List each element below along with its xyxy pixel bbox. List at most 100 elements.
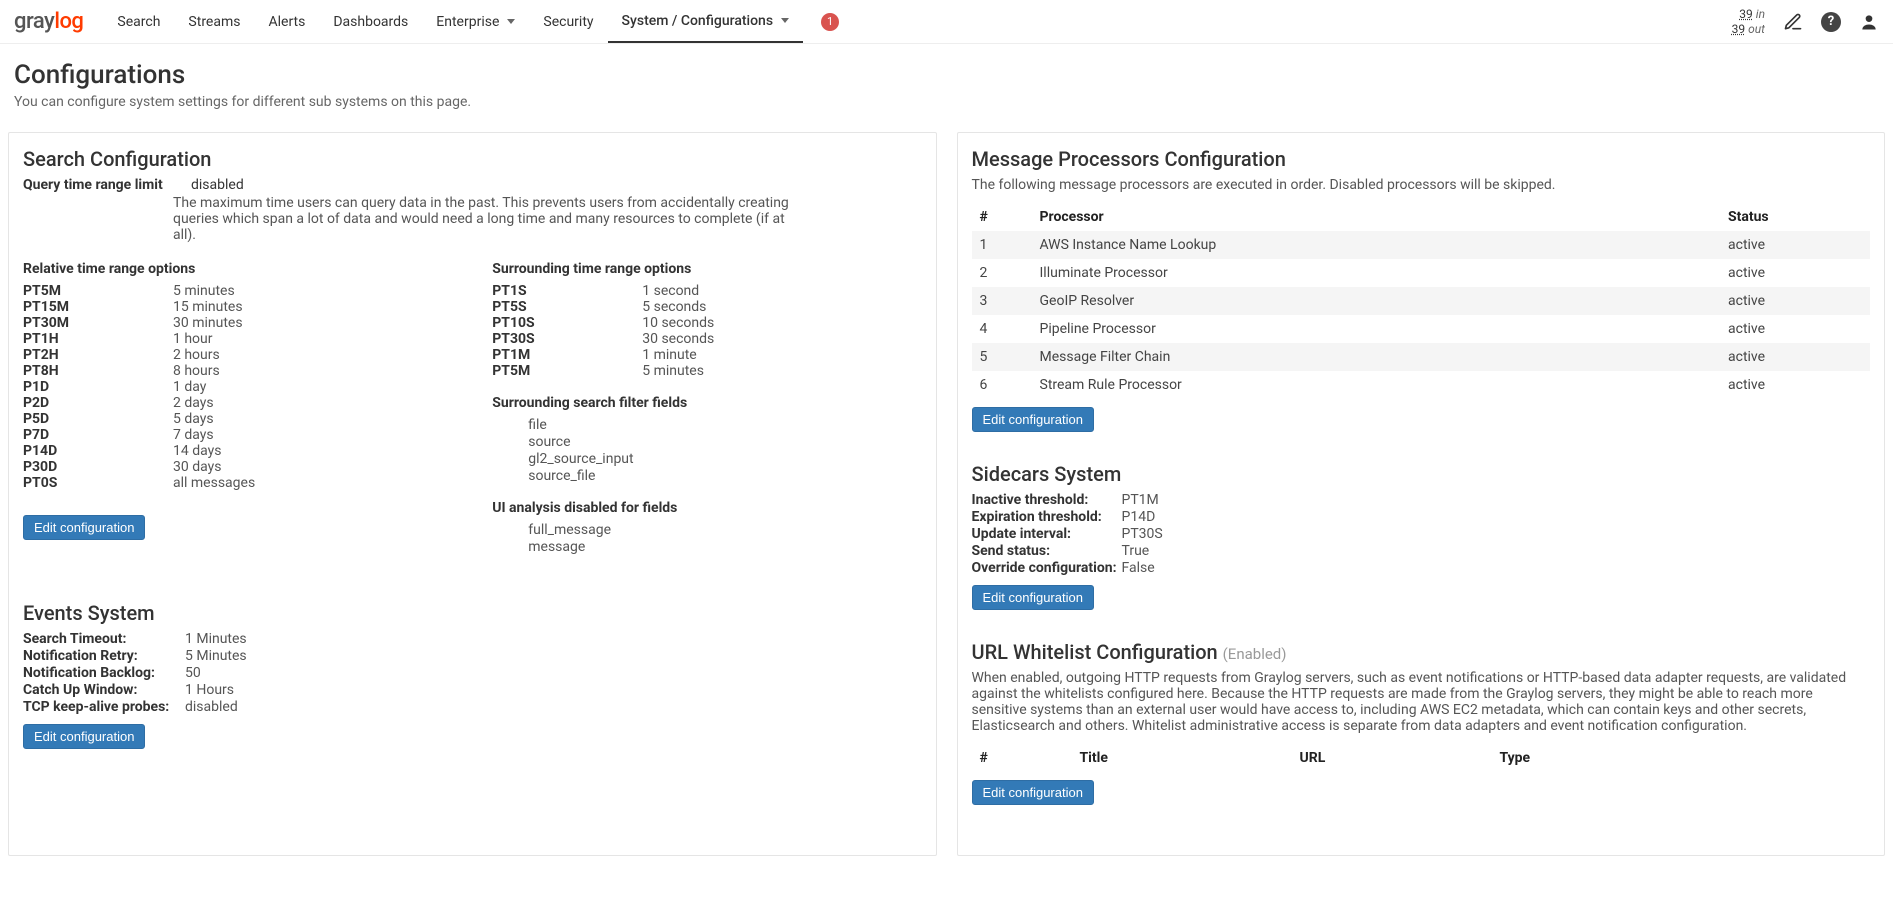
kv-value: 5 Minutes	[185, 648, 247, 664]
surrounding-list: PT1S1 secondPT5S5 secondsPT10S10 seconds…	[492, 283, 921, 379]
nav-label: Search	[117, 14, 160, 30]
kv-row: Notification Backlog:50	[23, 665, 922, 681]
cell-processor: AWS Instance Name Lookup	[1032, 231, 1721, 259]
edit-sidecars-config-button[interactable]: Edit configuration	[972, 585, 1094, 610]
kv-value: 1 Hours	[185, 682, 234, 698]
list-item: gl2_source_input	[528, 451, 921, 467]
cell-processor: Message Filter Chain	[1032, 343, 1721, 371]
edit-icon[interactable]	[1783, 12, 1803, 32]
events-list: Search Timeout:1 MinutesNotification Ret…	[23, 631, 922, 715]
kv-key: PT30S	[492, 331, 642, 347]
col-num: #	[972, 203, 1032, 231]
edit-processors-config-button[interactable]: Edit configuration	[972, 407, 1094, 432]
throughput-out-value: 39	[1732, 22, 1746, 36]
list-item: message	[528, 539, 921, 555]
notification-badge[interactable]: 1	[821, 13, 839, 31]
edit-events-config-button[interactable]: Edit configuration	[23, 724, 145, 749]
nav-search[interactable]: Search	[103, 2, 174, 42]
kv-row: P30D30 days	[23, 459, 452, 475]
kv-key: P1D	[23, 379, 173, 395]
kv-value: PT1M	[1122, 492, 1159, 508]
col-num: #	[972, 744, 1072, 772]
kv-row: PT1S1 second	[492, 283, 921, 299]
kv-key: PT15M	[23, 299, 173, 315]
page-subtitle: You can configure system settings for di…	[14, 94, 1879, 110]
search-configuration-section: Search Configuration Query time range li…	[23, 147, 922, 571]
kv-row: P5D5 days	[23, 411, 452, 427]
cell-num: 3	[972, 287, 1032, 315]
nav-enterprise[interactable]: Enterprise	[422, 2, 529, 42]
kv-row: Inactive threshold:PT1M	[972, 492, 1871, 508]
nav-dashboards[interactable]: Dashboards	[319, 2, 422, 42]
relative-time-range-section: Relative time range options PT5M5 minute…	[23, 261, 452, 491]
kv-row: PT0Sall messages	[23, 475, 452, 491]
throughput-indicator[interactable]: 39 in 39 out	[1732, 7, 1765, 36]
kv-value: 30 days	[173, 459, 221, 475]
kv-row: Override configuration:False	[972, 560, 1871, 576]
edit-search-config-button[interactable]: Edit configuration	[23, 515, 145, 540]
kv-value: 7 days	[173, 427, 214, 443]
kv-row: PT5M5 minutes	[23, 283, 452, 299]
list-item: full_message	[528, 522, 921, 538]
cell-num: 1	[972, 231, 1032, 259]
kv-value: True	[1122, 543, 1150, 559]
nav-security[interactable]: Security	[529, 2, 607, 42]
kv-row: PT30S30 seconds	[492, 331, 921, 347]
kv-key: PT10S	[492, 315, 642, 331]
nav-streams[interactable]: Streams	[174, 2, 254, 42]
navbar: graylog Search Streams Alerts Dashboards…	[0, 0, 1893, 44]
kv-value: 1 minute	[642, 347, 696, 363]
processors-table: # Processor Status 1AWS Instance Name Lo…	[972, 203, 1871, 399]
kv-key: P5D	[23, 411, 173, 427]
caret-down-icon	[507, 19, 515, 24]
cell-num: 2	[972, 259, 1032, 287]
disabled-fields-title: UI analysis disabled for fields	[492, 500, 921, 516]
list-item: file	[528, 417, 921, 433]
table-row: 4Pipeline Processoractive	[972, 315, 1871, 343]
kv-row: Notification Retry:5 Minutes	[23, 648, 922, 664]
kv-key: PT2H	[23, 347, 173, 363]
search-config-title: Search Configuration	[23, 147, 922, 171]
throughput-in-label: in	[1756, 7, 1765, 21]
kv-key: Override configuration:	[972, 560, 1122, 576]
kv-value: 14 days	[173, 443, 221, 459]
cell-status: active	[1720, 259, 1870, 287]
whitelist-title: URL Whitelist Configuration (Enabled)	[972, 640, 1871, 664]
kv-value: 50	[185, 665, 201, 681]
kv-key: PT5M	[492, 363, 642, 379]
edit-whitelist-config-button[interactable]: Edit configuration	[972, 780, 1094, 805]
table-row: 6Stream Rule Processoractive	[972, 371, 1871, 399]
help-icon[interactable]: ?	[1821, 12, 1841, 32]
page-header: Configurations You can configure system …	[0, 44, 1893, 122]
nav-label: Enterprise	[436, 14, 499, 30]
message-processors-section: Message Processors Configuration The fol…	[972, 147, 1871, 432]
limit-description: The maximum time users can query data in…	[173, 195, 793, 243]
whitelist-desc: When enabled, outgoing HTTP requests fro…	[972, 670, 1871, 734]
kv-key: PT0S	[23, 475, 173, 491]
list-item: source_file	[528, 468, 921, 484]
logo[interactable]: graylog	[14, 9, 83, 34]
nav-alerts[interactable]: Alerts	[254, 2, 319, 42]
filter-fields-list: filesourcegl2_source_inputsource_file	[528, 417, 921, 484]
nav-system-configurations[interactable]: System / Configurations	[608, 1, 804, 43]
kv-row: P2D2 days	[23, 395, 452, 411]
nav-label: Dashboards	[333, 14, 408, 30]
sidecars-title: Sidecars System	[972, 462, 1871, 486]
cell-num: 4	[972, 315, 1032, 343]
kv-value: False	[1122, 560, 1155, 576]
kv-value: 10 seconds	[642, 315, 714, 331]
kv-key: P14D	[23, 443, 173, 459]
sidecars-list: Inactive threshold:PT1MExpiration thresh…	[972, 492, 1871, 576]
cell-num: 6	[972, 371, 1032, 399]
table-row: 2Illuminate Processoractive	[972, 259, 1871, 287]
kv-row: PT5S5 seconds	[492, 299, 921, 315]
surrounding-title: Surrounding time range options	[492, 261, 921, 277]
kv-value: 5 seconds	[642, 299, 706, 315]
kv-row: Catch Up Window:1 Hours	[23, 682, 922, 698]
kv-row: P7D7 days	[23, 427, 452, 443]
cell-processor: GeoIP Resolver	[1032, 287, 1721, 315]
cell-status: active	[1720, 231, 1870, 259]
limit-value: disabled	[191, 177, 244, 193]
nav-label: System / Configurations	[622, 13, 774, 29]
user-icon[interactable]	[1859, 12, 1879, 32]
